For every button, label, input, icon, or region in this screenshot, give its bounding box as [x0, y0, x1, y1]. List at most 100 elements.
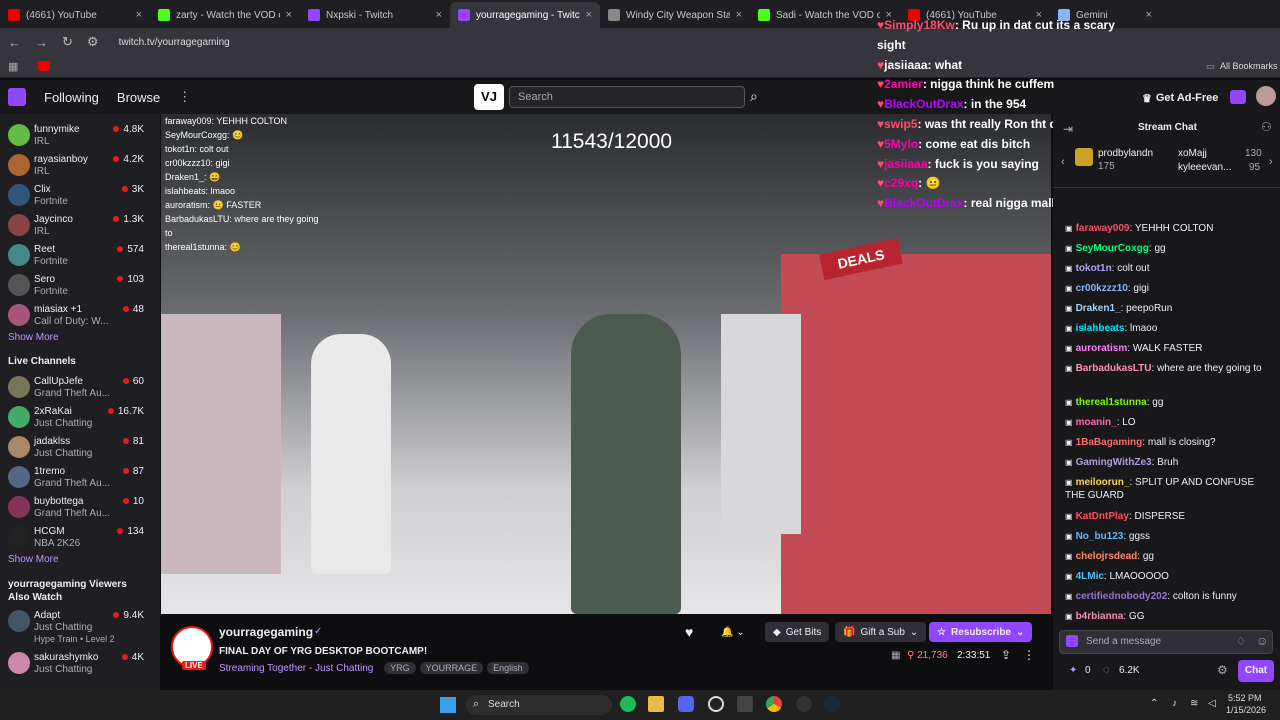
spotify-icon[interactable]	[620, 696, 636, 712]
badge-icon[interactable]: ▣	[1065, 364, 1073, 373]
browser-tab[interactable]: zarty - Watch the VOD on Kick ×	[150, 2, 300, 28]
twitch-logo-icon[interactable]	[8, 88, 26, 106]
chat-username[interactable]: auroratism	[1076, 343, 1128, 354]
prime-icon[interactable]	[1230, 90, 1246, 104]
chevron-right-icon[interactable]: ›	[1269, 156, 1273, 168]
channel-points-icon[interactable]: ◌	[1103, 664, 1110, 676]
stream-tag[interactable]: English	[487, 662, 529, 674]
close-icon[interactable]: ×	[136, 9, 142, 21]
all-bookmarks[interactable]: All Bookmarks	[1220, 61, 1278, 71]
chat-badge-icon[interactable]	[1066, 635, 1078, 647]
badge-icon[interactable]: ▣	[1065, 224, 1073, 233]
category-link[interactable]: Just Chatting	[315, 663, 373, 674]
badge-icon[interactable]: ▣	[1065, 572, 1073, 581]
settings-icon[interactable]: ⚙	[1217, 663, 1228, 677]
browser-tab[interactable]: (4661) YouTube ×	[0, 2, 150, 28]
chat-username[interactable]: certifiednobody202	[1076, 591, 1168, 602]
close-icon[interactable]: ×	[586, 9, 592, 21]
chat-username[interactable]: tokot1n	[1076, 263, 1112, 274]
stream-tag[interactable]: YRG	[384, 662, 416, 674]
search-input[interactable]: Search	[509, 86, 745, 108]
badge-icon[interactable]: ▣	[1065, 438, 1073, 447]
chat-username[interactable]: 1BaBagaming	[1076, 437, 1143, 448]
chat-username[interactable]: thereal1stunna	[1076, 397, 1147, 408]
url-field[interactable]: twitch.tv/yourragegaming	[119, 37, 230, 48]
chat-username[interactable]: No_bu123	[1076, 531, 1124, 542]
sidebar-channel[interactable]: Sero Fortnite 103	[0, 270, 150, 300]
badge-icon[interactable]: ▣	[1065, 304, 1073, 313]
chat-username[interactable]: cr00kzzz10	[1076, 283, 1128, 294]
badge-icon[interactable]: ▣	[1065, 244, 1073, 253]
resubscribe-button[interactable]: ☆ Resubscribe ⌄	[929, 622, 1033, 642]
browse-link[interactable]: Browse	[117, 90, 160, 105]
search-icon[interactable]: ⌕	[750, 88, 758, 105]
show-more-link[interactable]: Show More	[8, 554, 59, 565]
sidebar-channel[interactable]: HCGM NBA 2K26 134	[0, 522, 150, 552]
chat-username[interactable]: BarbadukasLTU	[1076, 363, 1152, 374]
chat-username[interactable]: Draken1_	[1076, 303, 1121, 314]
forward-icon[interactable]: →	[35, 35, 48, 50]
sidebar-channel[interactable]: 2xRaKai Just Chatting 16.7K	[0, 402, 150, 432]
app-icon[interactable]	[796, 696, 812, 712]
notifications-bell-button[interactable]: 🔔 ⌄	[713, 622, 753, 642]
chrome-icon[interactable]	[766, 696, 782, 712]
collapse-chat-icon[interactable]: ⇥	[1063, 122, 1073, 136]
sidebar-channel[interactable]: buybottega Grand Theft Au... 10	[0, 492, 150, 522]
close-icon[interactable]: ×	[1146, 9, 1152, 21]
gifter-name[interactable]: kyleeevan...	[1178, 162, 1231, 173]
volume-icon[interactable]: ◁	[1208, 698, 1216, 709]
youtube-bookmark-icon[interactable]	[38, 61, 50, 71]
emote-icon[interactable]: ☺	[1256, 634, 1268, 648]
badge-icon[interactable]: ▣	[1065, 552, 1073, 561]
chat-username[interactable]: chelojrsdead	[1076, 551, 1138, 562]
wifi-icon[interactable]: ≋	[1190, 698, 1198, 709]
windows-start-icon[interactable]	[440, 697, 456, 713]
sidebar-channel[interactable]: funnymike IRL 4.8K	[0, 120, 150, 150]
chat-username[interactable]: b4rbianna	[1076, 611, 1124, 622]
chat-username[interactable]: islahbeats	[1076, 323, 1125, 334]
chat-username[interactable]: faraway009	[1076, 223, 1130, 234]
chevron-left-icon[interactable]: ‹	[1061, 156, 1065, 168]
badge-icon[interactable]: ▣	[1065, 458, 1073, 467]
sidebar-channel[interactable]: jadaklss Just Chatting 81	[0, 432, 150, 462]
sidebar-channel[interactable]: 1tremo Grand Theft Au... 87	[0, 462, 150, 492]
share-icon[interactable]: ⇪	[1001, 648, 1011, 662]
chat-send-button[interactable]: Chat	[1238, 660, 1274, 682]
sidebar-channel[interactable]: sakurashymko Just Chatting 4K	[0, 648, 150, 678]
badge-icon[interactable]: ▣	[1065, 418, 1073, 427]
back-icon[interactable]: ←	[8, 35, 21, 50]
power-icon[interactable]: ✦	[1069, 665, 1077, 676]
bits-icon[interactable]: ♢	[1236, 635, 1246, 648]
follow-heart-button[interactable]: ♥	[677, 622, 701, 642]
mic-icon[interactable]: ♪	[1172, 698, 1177, 709]
badge-icon[interactable]: ▣	[1065, 612, 1073, 621]
sidebar-channel[interactable]: miasiax +1 Call of Duty: W... 48	[0, 300, 150, 330]
browser-tab[interactable]: Nxpski - Twitch ×	[300, 2, 450, 28]
chat-input[interactable]: Send a message ♢ ☺	[1059, 630, 1273, 654]
badge-icon[interactable]: ▣	[1065, 512, 1073, 521]
sidebar-channel[interactable]: Reet Fortnite 574	[0, 240, 150, 270]
users-icon[interactable]: ⚇	[1261, 120, 1272, 134]
clock-date[interactable]: 1/15/2026	[1226, 705, 1266, 715]
chat-username[interactable]: SeyMourCoxgg	[1076, 243, 1149, 254]
terminal-icon[interactable]	[737, 696, 753, 712]
more-icon[interactable]: ⋮	[178, 89, 191, 105]
stream-tag[interactable]: YOURRAGE	[419, 662, 484, 674]
close-icon[interactable]: ×	[736, 9, 742, 21]
sidebar-channel[interactable]: Adapt Just Chatting 9.4K	[0, 606, 150, 636]
badge-icon[interactable]: ▣	[1065, 324, 1073, 333]
file-explorer-icon[interactable]	[648, 696, 664, 712]
get-ad-free-button[interactable]: ♛ Get Ad-Free	[1142, 88, 1218, 108]
clock-time[interactable]: 5:52 PM	[1228, 693, 1262, 703]
taskbar-search[interactable]: ⌕ Search	[466, 695, 612, 715]
streaming-together-link[interactable]: Streaming Together	[219, 663, 306, 674]
apps-icon[interactable]: ▦	[8, 60, 18, 73]
sidebar-channel[interactable]: rayasianboy IRL 4.2K	[0, 150, 150, 180]
chat-username[interactable]: meiloorun_	[1076, 477, 1130, 488]
following-link[interactable]: Following	[44, 90, 99, 105]
reload-icon[interactable]: ↻	[62, 34, 73, 50]
sidebar-channel[interactable]: Jaycinco IRL 1.3K	[0, 210, 150, 240]
badge-icon[interactable]: ▣	[1065, 478, 1073, 487]
chat-username[interactable]: moanin_	[1076, 417, 1117, 428]
badge-icon[interactable]: ▣	[1065, 264, 1073, 273]
